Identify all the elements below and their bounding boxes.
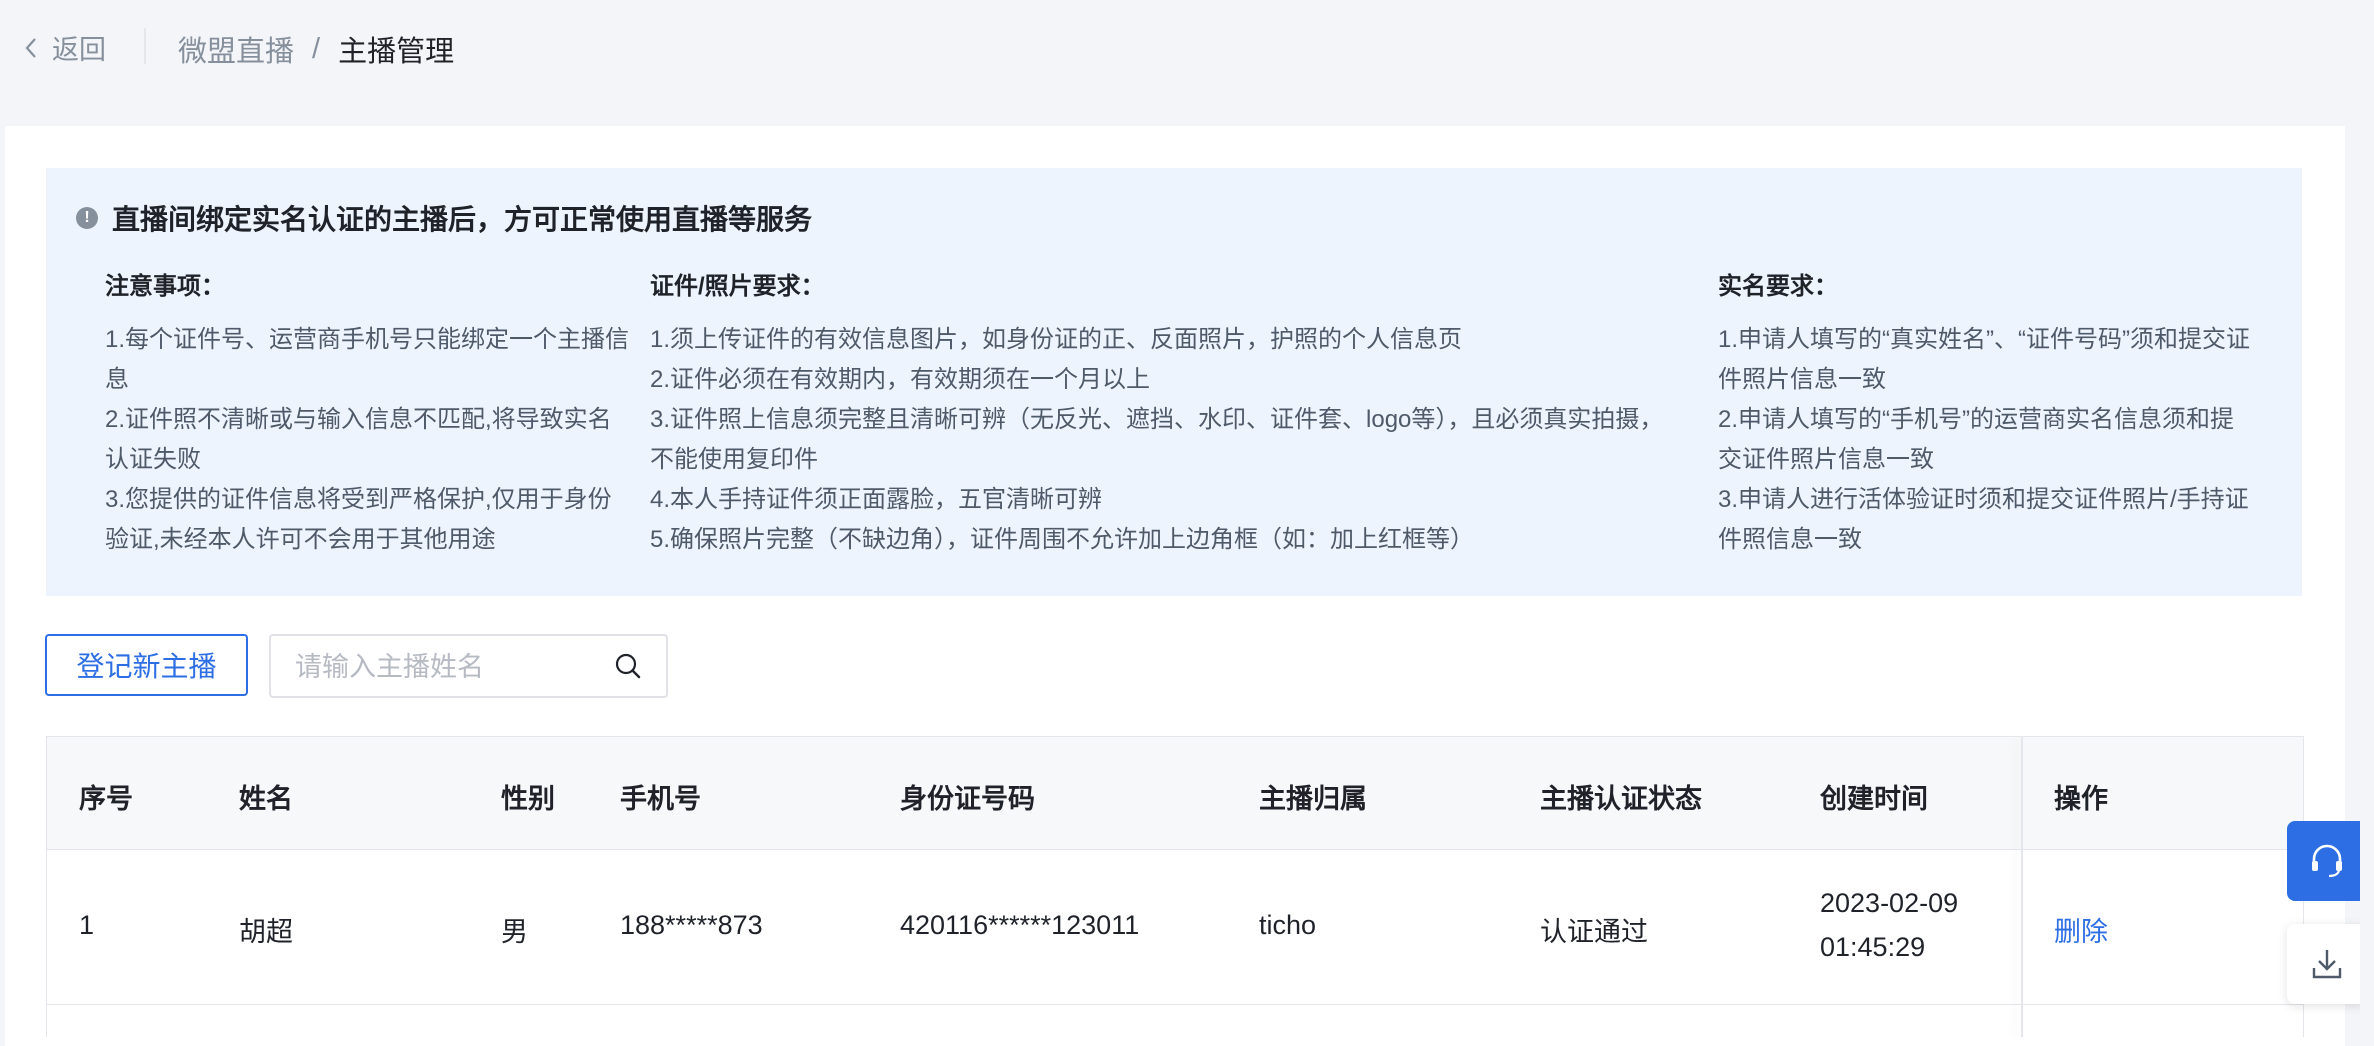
headset-icon <box>2312 844 2342 878</box>
back-button[interactable]: 返回 <box>24 28 106 67</box>
notice-title-text: 直播间绑定实名认证的主播后，方可正常使用直播等服务 <box>112 204 813 235</box>
cell-status: 认证通过 <box>1540 917 1648 947</box>
cell-phone: 188*****873 <box>620 910 763 940</box>
column-header-phone: 手机号 <box>620 784 701 814</box>
notice-line: 1.每个证件号、运营商手机号只能绑定一个主播信息 <box>105 326 630 393</box>
notice-heading: 证件/照片要求： <box>650 273 825 300</box>
column-header-index: 序号 <box>79 784 133 814</box>
notice-line: 3.申请人进行活体验证时须和提交证件照片/手持证件照信息一致 <box>1718 486 2249 553</box>
breadcrumb-item-live[interactable]: 微盟直播 <box>178 28 294 70</box>
cell-created-date: 2023-02-09 <box>1820 888 1959 918</box>
fixed-column-divider <box>2021 737 2023 1037</box>
cell-owner: ticho <box>1259 910 1317 940</box>
notice-column-real-name: 实名要求： 1.申请人填写的“真实姓名”、“证件号码”须和提交证件照片信息一致 … <box>1718 270 2250 560</box>
cell-name: 胡超 <box>239 917 293 947</box>
back-label: 返回 <box>52 35 106 65</box>
table-row: 1 胡超 男 188*****873 420116******123011 ti… <box>47 850 2303 1005</box>
cell-gender: 男 <box>501 917 528 947</box>
search-icon[interactable] <box>614 652 642 685</box>
anchor-table: 序号 姓名 性别 手机号 身份证号码 主播归属 主播认证状态 创建时间 操作 1… <box>46 736 2304 1037</box>
divider <box>144 28 146 64</box>
notice-line: 1.申请人填写的“真实姓名”、“证件号码”须和提交证件照片信息一致 <box>1718 326 2250 393</box>
breadcrumb-separator: / <box>312 32 321 65</box>
notice-title: ! 直播间绑定实名认证的主播后，方可正常使用直播等服务 <box>76 198 812 238</box>
info-icon: ! <box>76 207 98 229</box>
notice-line: 3.您提供的证件信息将受到严格保护,仅用于身份验证,未经本人许可不会用于其他用途 <box>105 486 612 553</box>
customer-service-button[interactable] <box>2287 821 2367 901</box>
search-box <box>269 634 668 698</box>
cell-id-number: 420116******123011 <box>900 910 1140 940</box>
column-header-action: 操作 <box>2054 784 2108 814</box>
column-header-id-number: 身份证号码 <box>900 784 1035 814</box>
notice-line: 1.须上传证件的有效信息图片，如身份证的正、反面照片，护照的个人信息页 <box>650 326 1463 353</box>
column-header-status: 主播认证状态 <box>1540 784 1702 814</box>
top-bar: 返回 微盟直播 / 主播管理 <box>0 0 2374 92</box>
download-icon <box>2312 950 2342 979</box>
notice-line: 5.确保照片完整（不缺边角），证件周围不允许加上边角框（如：加上红框等） <box>650 526 1475 553</box>
notice-line: 2.证件照不清晰或与输入信息不匹配,将导致实名认证失败 <box>105 406 612 473</box>
notice-line: 2.申请人填写的“手机号”的运营商实名信息须和提交证件照片信息一致 <box>1718 406 2234 473</box>
cell-created-time: 01:45:29 <box>1820 932 1926 962</box>
notice-line: 3.证件照上信息须完整且清晰可辨（无反光、遮挡、水印、证件套、logo等），且必… <box>650 406 1664 473</box>
column-header-owner: 主播归属 <box>1259 784 1367 814</box>
notice-column-photo-requirements: 证件/照片要求： 1.须上传证件的有效信息图片，如身份证的正、反面照片，护照的个… <box>650 270 1680 560</box>
table-header: 序号 姓名 性别 手机号 身份证号码 主播归属 主播认证状态 创建时间 操作 <box>47 737 2303 850</box>
page-title: 主播管理 <box>338 36 455 68</box>
chevron-left-icon <box>25 37 36 58</box>
notice-column-precautions: 注意事项： 1.每个证件号、运营商手机号只能绑定一个主播信息 2.证件照不清晰或… <box>105 270 631 560</box>
breadcrumb: 微盟直播 / 主播管理 <box>178 28 454 70</box>
column-header-name: 姓名 <box>239 784 293 814</box>
scrollbar[interactable] <box>2360 0 2374 1026</box>
notice-line: 2.证件必须在有效期内，有效期须在一个月以上 <box>650 366 1151 393</box>
notice-heading: 实名要求： <box>1718 273 1838 300</box>
register-anchor-button[interactable]: 登记新主播 <box>45 634 248 696</box>
download-button[interactable] <box>2287 924 2367 1004</box>
notice-heading: 注意事项： <box>105 273 225 300</box>
delete-link[interactable]: 删除 <box>2054 910 2108 949</box>
column-header-gender: 性别 <box>501 784 555 814</box>
column-header-created: 创建时间 <box>1820 784 1928 814</box>
notice-line: 4.本人手持证件须正面露脸，五官清晰可辨 <box>650 486 1103 513</box>
search-input[interactable] <box>293 636 597 698</box>
cell-index: 1 <box>79 910 95 940</box>
